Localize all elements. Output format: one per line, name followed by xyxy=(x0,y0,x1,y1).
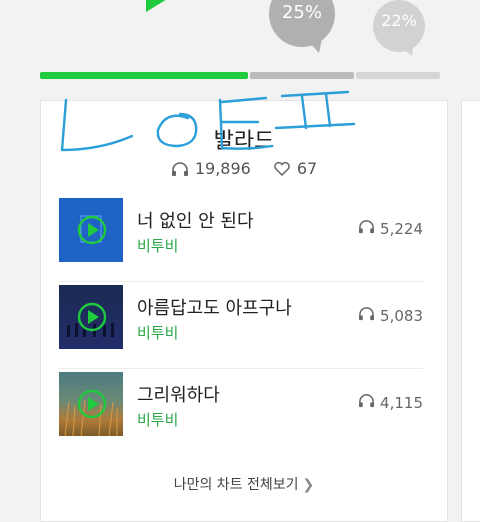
vote-segment-third xyxy=(356,72,440,79)
headphones-icon xyxy=(171,161,189,177)
like-count: 67 xyxy=(296,159,318,178)
play-icon[interactable] xyxy=(77,215,107,245)
heart-icon[interactable] xyxy=(273,161,291,177)
headphones-icon xyxy=(358,306,375,325)
song-list: 너 없인 안 된다 비투비 5,224 아름답고도 아프구나 비투비 5,083 xyxy=(59,195,423,455)
card-stats: 19,896 67 xyxy=(41,159,447,178)
song-title[interactable]: 너 없인 안 된다 xyxy=(137,207,254,233)
vote-segment-second xyxy=(250,72,354,79)
song-row[interactable]: 아름답고도 아프구나 비투비 5,083 xyxy=(59,282,423,369)
play-icon[interactable] xyxy=(77,389,107,419)
vote-bubble-second: 25% xyxy=(269,0,335,54)
song-artist[interactable]: 비투비 xyxy=(137,409,178,430)
vote-segment-first xyxy=(40,72,248,79)
vote-percent-third: 22% xyxy=(381,11,417,30)
play-count: 5,224 xyxy=(358,219,423,238)
play-count: 4,115 xyxy=(358,393,423,412)
album-cover[interactable] xyxy=(59,285,123,349)
vote-bubble-first xyxy=(92,0,198,30)
vote-progress-bar xyxy=(40,72,440,79)
song-row[interactable]: 그리워하다 비투비 4,115 xyxy=(59,369,423,455)
play-icon[interactable] xyxy=(77,302,107,332)
song-title[interactable]: 그리워하다 xyxy=(137,381,220,407)
play-count-value: 4,115 xyxy=(380,393,423,412)
chart-card: 발라드 19,896 67 너 없인 안 된다 비투비 5,224 아름답고도 … xyxy=(40,100,448,522)
song-artist[interactable]: 비투비 xyxy=(137,235,178,256)
card-title: 발라드 xyxy=(213,129,275,154)
next-card-edge[interactable] xyxy=(461,100,480,522)
view-full-chart-label: 나만의 차트 전체보기 xyxy=(173,477,299,493)
song-title[interactable]: 아름답고도 아프구나 xyxy=(137,294,292,320)
vote-percent-second: 25% xyxy=(281,2,322,23)
listen-count: 19,896 xyxy=(194,159,251,178)
chevron-right-icon: ❯ xyxy=(302,477,315,493)
play-count-value: 5,224 xyxy=(380,219,423,238)
album-cover[interactable] xyxy=(59,372,123,436)
view-full-chart-link[interactable]: 나만의 차트 전체보기 ❯ xyxy=(41,474,447,494)
headphones-icon xyxy=(358,219,375,238)
album-cover[interactable] xyxy=(59,198,123,262)
vote-bubble-third: 22% xyxy=(372,0,426,56)
play-count: 5,083 xyxy=(358,306,423,325)
song-row[interactable]: 너 없인 안 된다 비투비 5,224 xyxy=(59,195,423,282)
headphones-icon xyxy=(358,393,375,412)
play-count-value: 5,083 xyxy=(380,306,423,325)
song-artist[interactable]: 비투비 xyxy=(137,322,178,343)
